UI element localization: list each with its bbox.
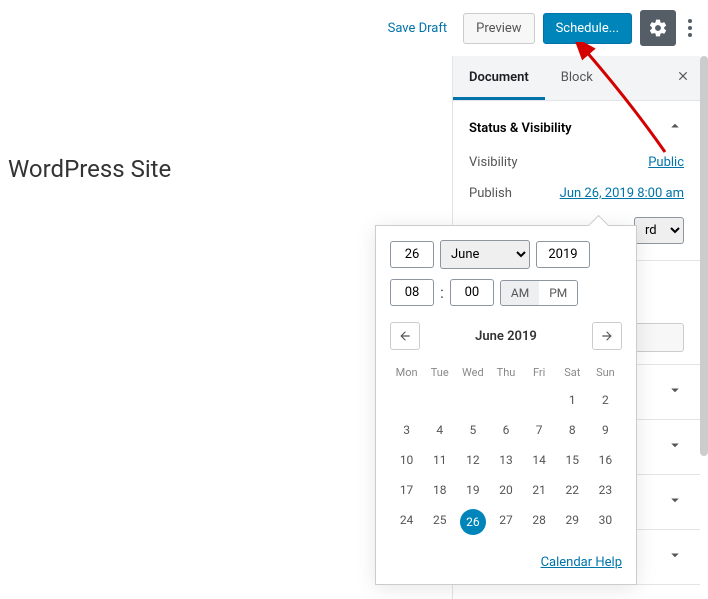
chevron-down-icon [666, 381, 684, 403]
calendar-day[interactable]: 16 [589, 445, 622, 475]
calendar-day[interactable]: 20 [489, 475, 522, 505]
arrow-left-icon [398, 329, 412, 343]
chevron-down-icon [666, 491, 684, 513]
calendar-dow: Sun [589, 360, 622, 385]
visibility-label: Visibility [469, 155, 518, 170]
page-title: WordPress Site [8, 155, 171, 183]
ampm-toggle: AM PM [500, 280, 578, 306]
calendar-day[interactable]: 6 [489, 415, 522, 445]
am-button[interactable]: AM [501, 281, 539, 305]
calendar-day[interactable]: 27 [489, 505, 522, 539]
calendar-day[interactable]: 22 [556, 475, 589, 505]
next-month-button[interactable] [592, 322, 622, 350]
gear-icon [648, 18, 668, 38]
month-select[interactable]: June [440, 240, 530, 269]
calendar-day[interactable]: 11 [423, 445, 456, 475]
calendar-day[interactable]: 17 [390, 475, 423, 505]
publish-label: Publish [469, 186, 512, 201]
post-format-select[interactable]: rd [634, 217, 684, 244]
minute-input[interactable] [450, 279, 494, 306]
publish-value-link[interactable]: Jun 26, 2019 8:00 am [560, 186, 684, 201]
calendar-day[interactable]: 15 [556, 445, 589, 475]
calendar-day[interactable]: 21 [523, 475, 556, 505]
save-draft-link[interactable]: Save Draft [388, 21, 448, 36]
calendar-day[interactable]: 13 [489, 445, 522, 475]
calendar-day[interactable]: 7 [523, 415, 556, 445]
visibility-row: Visibility Public [469, 155, 684, 170]
calendar-dow: Wed [456, 360, 489, 385]
pm-button[interactable]: PM [539, 281, 577, 305]
time-inputs-row: : AM PM [390, 279, 622, 306]
calendar-day[interactable]: 25 [423, 505, 456, 539]
calendar-day[interactable]: 5 [456, 415, 489, 445]
editor-topbar: Save Draft Preview Schedule... [0, 0, 708, 56]
calendar-dow: Fri [523, 360, 556, 385]
date-inputs-row: June [390, 240, 622, 269]
calendar-help-row: Calendar Help [390, 551, 622, 570]
publish-row: Publish Jun 26, 2019 8:00 am [469, 186, 684, 201]
visibility-value-link[interactable]: Public [648, 155, 684, 170]
calendar-day[interactable]: 26 [460, 509, 486, 535]
more-menu-button[interactable] [684, 13, 696, 43]
calendar-day[interactable]: 10 [390, 445, 423, 475]
calendar-day[interactable]: 14 [523, 445, 556, 475]
calendar-day[interactable]: 29 [556, 505, 589, 539]
calendar-help-link[interactable]: Calendar Help [541, 555, 622, 570]
chevron-up-icon [666, 117, 684, 139]
calendar-day[interactable]: 28 [523, 505, 556, 539]
panel-heading: Status & Visibility [469, 121, 572, 136]
schedule-button[interactable]: Schedule... [543, 13, 632, 44]
arrow-right-icon [600, 329, 614, 343]
close-sidebar-button[interactable] [676, 68, 690, 87]
year-input[interactable] [536, 241, 590, 268]
calendar-day[interactable]: 8 [556, 415, 589, 445]
calendar-day[interactable]: 23 [589, 475, 622, 505]
dots-icon [688, 19, 692, 23]
calendar-dow: Tue [423, 360, 456, 385]
status-visibility-toggle[interactable]: Status & Visibility [469, 117, 684, 139]
calendar-dow: Mon [390, 360, 423, 385]
tab-block[interactable]: Block [545, 56, 609, 100]
chevron-down-icon [666, 436, 684, 458]
calendar-day[interactable]: 1 [556, 385, 589, 415]
datetime-picker-popup: June : AM PM June 2019 MonTueWedThuFriSa… [375, 225, 637, 585]
calendar-month-year: June 2019 [475, 329, 537, 344]
time-colon: : [440, 283, 444, 302]
calendar-day[interactable]: 2 [589, 385, 622, 415]
calendar-day[interactable]: 4 [423, 415, 456, 445]
calendar-dow: Sat [556, 360, 589, 385]
calendar-day[interactable]: 19 [456, 475, 489, 505]
calendar-dow: Thu [489, 360, 522, 385]
chevron-down-icon [666, 546, 684, 568]
close-icon [676, 69, 690, 83]
hour-input[interactable] [390, 279, 434, 306]
day-input[interactable] [390, 241, 434, 268]
calendar-day[interactable]: 12 [456, 445, 489, 475]
sidebar-tabs: Document Block [453, 56, 700, 101]
settings-button[interactable] [640, 10, 676, 46]
calendar-day[interactable]: 18 [423, 475, 456, 505]
calendar-grid: MonTueWedThuFriSatSun1234567891011121314… [390, 360, 622, 539]
prev-month-button[interactable] [390, 322, 420, 350]
calendar-day[interactable]: 30 [589, 505, 622, 539]
calendar-day[interactable]: 24 [390, 505, 423, 539]
tab-document[interactable]: Document [453, 56, 545, 100]
calendar-header: June 2019 [390, 322, 622, 350]
calendar-day[interactable]: 3 [390, 415, 423, 445]
sidebar-scrollbar[interactable] [700, 56, 708, 456]
calendar-day[interactable]: 9 [589, 415, 622, 445]
preview-button[interactable]: Preview [463, 13, 534, 44]
